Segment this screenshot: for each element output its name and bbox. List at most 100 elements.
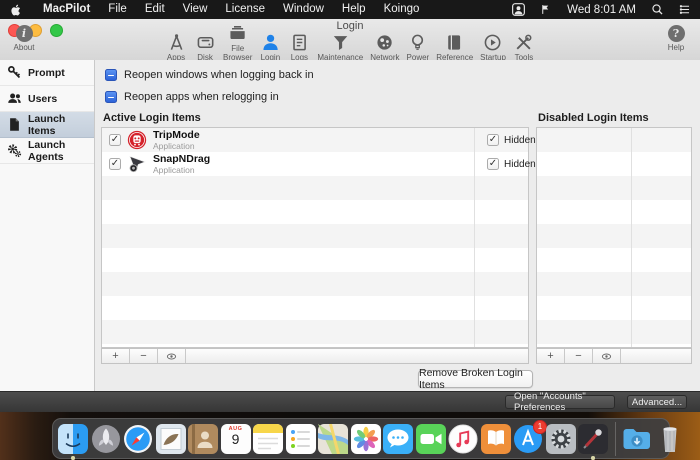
disabled-login-items-title: Disabled Login Items bbox=[538, 112, 649, 124]
menu-item-window[interactable]: Window bbox=[274, 0, 333, 19]
toolbar-item-disk[interactable]: Disk bbox=[194, 32, 216, 62]
user-switching-icon[interactable] bbox=[511, 3, 526, 16]
toolbar-item-reference[interactable]: Reference bbox=[436, 32, 473, 62]
dock-reminders-icon[interactable] bbox=[285, 423, 316, 454]
toolbar-item-logs[interactable]: Logs bbox=[288, 32, 310, 62]
notification-center-icon[interactable] bbox=[677, 3, 692, 16]
power-icon bbox=[407, 32, 429, 52]
menu-bar: MacPilot File Edit View License Window Help Ko… bbox=[0, 0, 700, 19]
menu-item-edit[interactable]: Edit bbox=[136, 0, 174, 19]
toolbar-item-power[interactable]: Power bbox=[407, 32, 429, 62]
dock-itunes-icon[interactable] bbox=[448, 424, 478, 454]
active-login-items-table[interactable]: ✓ TripMode Application ✓ Hidden ✓ SnapNDrag App… bbox=[101, 127, 536, 348]
running-indicator bbox=[71, 456, 75, 460]
toolbar-help[interactable]: ? Help bbox=[654, 25, 698, 52]
help-icon[interactable]: ? bbox=[667, 25, 685, 42]
dock-finder-icon[interactable] bbox=[58, 423, 88, 460]
hidden-cell: ✓ Hidden bbox=[487, 134, 536, 146]
active-table-controls: + − bbox=[101, 348, 529, 364]
advanced-button[interactable]: Advanced... bbox=[627, 395, 687, 409]
sidebar-item-prompt[interactable]: Prompt bbox=[0, 60, 94, 86]
hidden-cell: ✓ Hidden bbox=[487, 158, 536, 170]
dock-facetime-icon[interactable] bbox=[415, 423, 446, 454]
reopen-windows-checkbox[interactable] bbox=[105, 69, 117, 81]
toolbar-about[interactable]: i About bbox=[2, 25, 46, 52]
reveal-button[interactable] bbox=[158, 349, 186, 363]
flag-icon[interactable] bbox=[538, 3, 553, 16]
about-icon[interactable]: i bbox=[15, 25, 33, 42]
menu-app-name[interactable]: MacPilot bbox=[34, 0, 99, 19]
disabled-table-controls: + − bbox=[536, 348, 692, 364]
dock-macpilot-icon[interactable] bbox=[578, 423, 608, 460]
add-button[interactable]: + bbox=[102, 349, 130, 363]
enabled-checkbox[interactable]: ✓ bbox=[109, 134, 121, 146]
dock-safari-icon[interactable] bbox=[123, 424, 153, 454]
tripmode-app-icon bbox=[127, 130, 147, 150]
reference-icon bbox=[444, 32, 466, 52]
remove-broken-login-items-button[interactable]: Remove Broken Login Items bbox=[418, 367, 533, 391]
menu-item-view[interactable]: View bbox=[174, 0, 217, 19]
active-login-items-title: Active Login Items bbox=[103, 112, 201, 124]
menu-item-help[interactable]: Help bbox=[333, 0, 375, 19]
login-item-row-snapndrag[interactable]: ✓ SnapNDrag Application ✓ Hidden bbox=[102, 152, 536, 176]
login-item-row-tripmode[interactable]: ✓ TripMode Application ✓ Hidden bbox=[102, 128, 536, 152]
item-kind: Application bbox=[153, 141, 195, 151]
add-button[interactable]: + bbox=[537, 349, 565, 363]
users-icon bbox=[7, 91, 22, 106]
sidebar-item-launch-agents[interactable]: Launch Agents bbox=[0, 138, 94, 164]
dock-launchpad-icon[interactable] bbox=[91, 424, 121, 454]
login-icon bbox=[259, 32, 281, 52]
dock-contacts-icon[interactable] bbox=[188, 423, 218, 454]
sidebar-item-users[interactable]: Users bbox=[0, 86, 94, 112]
hidden-checkbox[interactable]: ✓ bbox=[487, 158, 499, 170]
dock-ibooks-icon[interactable] bbox=[480, 423, 511, 454]
gears-icon bbox=[7, 143, 22, 158]
network-icon bbox=[374, 32, 396, 52]
dock-maps-icon[interactable] bbox=[318, 423, 348, 454]
remove-button[interactable]: − bbox=[130, 349, 158, 363]
enabled-checkbox[interactable]: ✓ bbox=[109, 158, 121, 170]
remove-button[interactable]: − bbox=[565, 349, 593, 363]
dock-notes-icon[interactable] bbox=[253, 423, 283, 454]
menu-item-license[interactable]: License bbox=[216, 0, 274, 19]
running-indicator bbox=[591, 456, 595, 460]
dock-system-preferences-icon[interactable] bbox=[545, 423, 576, 454]
disk-icon bbox=[194, 32, 216, 52]
toolbar-item-startup[interactable]: Startup bbox=[480, 32, 506, 62]
menu-item-file[interactable]: File bbox=[99, 0, 136, 19]
desktop: AUG 9 1 bbox=[0, 412, 700, 460]
reveal-button[interactable] bbox=[593, 349, 621, 363]
dock-app-store-icon[interactable]: 1 bbox=[513, 419, 547, 454]
item-name: SnapNDrag bbox=[153, 152, 211, 165]
file-browser-icon bbox=[227, 23, 249, 43]
dock-calendar-icon[interactable]: AUG 9 bbox=[220, 423, 251, 454]
dock-downloads-icon[interactable] bbox=[622, 424, 652, 454]
sidebar: Prompt Users Launch Items Launch Agents bbox=[0, 60, 95, 392]
tools-icon bbox=[513, 32, 535, 52]
reopen-apps-checkbox[interactable] bbox=[105, 91, 117, 103]
reopen-windows-checkbox-row[interactable]: Reopen windows when logging back in bbox=[105, 69, 314, 81]
toolbar-item-tools[interactable]: Tools bbox=[513, 32, 535, 62]
toolbar-item-apps[interactable]: Apps bbox=[165, 32, 187, 62]
dock-messages-icon[interactable] bbox=[383, 423, 413, 454]
dock-mail-icon[interactable] bbox=[155, 423, 186, 454]
dock-trash-icon[interactable] bbox=[655, 424, 685, 454]
toolbar-item-login[interactable]: Login bbox=[259, 32, 281, 62]
menu-item-koingo[interactable]: Koingo bbox=[375, 0, 429, 19]
toolbar-item-network[interactable]: Network bbox=[370, 32, 400, 62]
disabled-login-items-table[interactable] bbox=[536, 127, 692, 348]
spotlight-icon[interactable] bbox=[650, 3, 665, 16]
item-name: TripMode bbox=[153, 128, 200, 141]
apple-menu-icon[interactable] bbox=[10, 3, 24, 17]
zoom-button[interactable] bbox=[50, 24, 63, 37]
menu-clock[interactable]: Wed 8:01 AM bbox=[567, 4, 636, 16]
dock-divider bbox=[614, 421, 616, 456]
toolbar-item-maintenance[interactable]: Maintenance bbox=[317, 32, 363, 62]
reopen-apps-checkbox-row[interactable]: Reopen apps when relogging in bbox=[105, 91, 279, 103]
key-icon bbox=[7, 65, 22, 80]
toolbar-item-file-browser[interactable]: File Browser bbox=[223, 23, 252, 62]
hidden-checkbox[interactable]: ✓ bbox=[487, 134, 499, 146]
sidebar-item-launch-items[interactable]: Launch Items bbox=[0, 112, 94, 138]
dock-photos-icon[interactable] bbox=[350, 423, 381, 454]
open-accounts-preferences-button[interactable]: Open "Accounts" Preferences bbox=[505, 391, 615, 413]
